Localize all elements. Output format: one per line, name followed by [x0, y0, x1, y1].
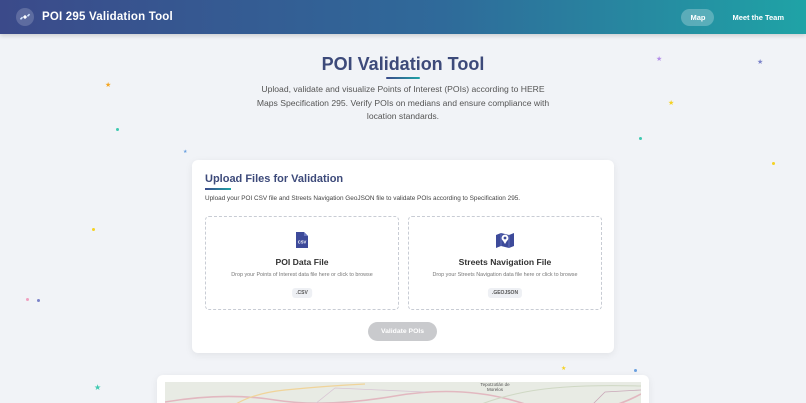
sparkle-dot — [37, 299, 40, 302]
upload-title: Upload Files for Validation — [205, 173, 344, 185]
map-marker-icon — [496, 233, 514, 248]
brand[interactable]: POI 295 Validation Tool — [16, 8, 173, 26]
sparkle-dot — [634, 369, 637, 372]
poi-dropzone[interactable]: CSV POI Data File Drop your Points of In… — [205, 216, 399, 310]
app-title: POI 295 Validation Tool — [42, 11, 173, 23]
star-icon: ★ — [668, 100, 675, 107]
star-icon: ★ — [105, 82, 112, 89]
satellite-icon — [16, 8, 34, 26]
sparkle-dot — [92, 228, 95, 231]
sparkle-dot — [639, 137, 642, 140]
map-card: Tepotzotlán de Morelos — [157, 375, 649, 403]
nav-team-link[interactable]: Meet the Team — [724, 9, 792, 26]
poi-dropzone-title: POI Data File — [275, 257, 329, 267]
sparkle-dot — [26, 298, 29, 301]
title-underline — [386, 77, 420, 79]
app-header: POI 295 Validation Tool Map Meet the Tea… — [0, 0, 806, 34]
map-roads — [165, 383, 641, 403]
validate-button[interactable]: Validate POIs — [368, 322, 437, 341]
map-view[interactable]: Tepotzotlán de Morelos — [165, 382, 641, 403]
csv-badge: .CSV — [292, 288, 312, 298]
csv-file-icon: CSV — [296, 232, 308, 248]
csv-icon-label: CSV — [298, 240, 307, 245]
poi-dropzone-desc: Drop your Points of Interest data file h… — [231, 272, 373, 278]
upload-title-underline — [205, 188, 231, 190]
map-label: Tepotzotlán de Morelos — [480, 382, 510, 392]
page-title: POI Validation Tool — [321, 54, 485, 74]
streets-dropzone[interactable]: Streets Navigation File Drop your Street… — [408, 216, 602, 310]
sparkle-dot — [116, 128, 119, 131]
top-nav: Map Meet the Team — [681, 8, 792, 26]
geojson-badge: .GEOJSON — [487, 288, 523, 298]
star-icon: ★ — [94, 383, 102, 392]
sparkle-dot — [772, 162, 775, 165]
streets-dropzone-desc: Drop your Streets Navigation data file h… — [432, 272, 578, 278]
streets-dropzone-title: Streets Navigation File — [458, 257, 552, 267]
upload-card: Upload Files for Validation Upload your … — [192, 160, 614, 353]
star-icon: ★ — [183, 149, 188, 155]
page-description: Upload, validate and visualize Points of… — [256, 84, 550, 121]
nav-map-link[interactable]: Map — [681, 8, 715, 26]
star-icon: ★ — [561, 366, 567, 372]
upload-subtitle: Upload your POI CSV file and Streets Nav… — [205, 195, 521, 202]
